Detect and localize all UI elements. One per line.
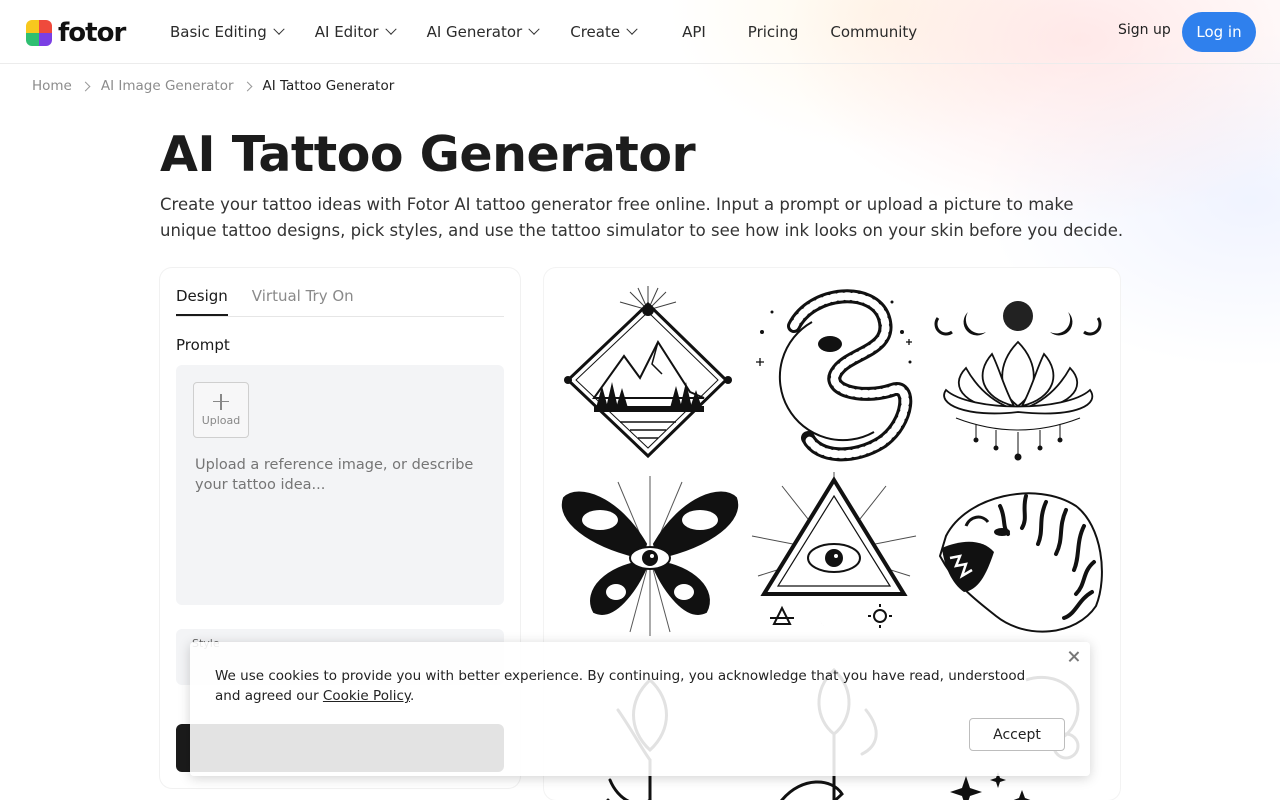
breadcrumb: Home AI Image Generator AI Tattoo Genera…: [32, 78, 394, 94]
upload-label: Upload: [201, 413, 241, 427]
nav-ai-editor[interactable]: AI Editor: [314, 23, 397, 41]
panel-tabs: Design Virtual Try On: [176, 284, 504, 317]
nav-label: AI Generator: [426, 23, 523, 41]
eye-triangle-icon: [751, 472, 917, 630]
mountain-diamond-icon: [564, 286, 732, 459]
roaring-tiger-tattoo[interactable]: [926, 466, 1110, 650]
nav-api[interactable]: API: [682, 23, 706, 41]
breadcrumb-current: AI Tattoo Generator: [262, 78, 395, 94]
nav-ai-generator[interactable]: AI Generator: [426, 23, 540, 41]
accept-cookies-button[interactable]: Accept: [969, 718, 1065, 751]
logo-icon: [26, 20, 52, 46]
snake-icon: [756, 289, 913, 462]
tab-virtual-try-on[interactable]: Virtual Try On: [252, 284, 354, 316]
nav-label: AI Editor: [314, 23, 379, 41]
prompt-label: Prompt: [176, 336, 230, 354]
page-title: AI Tattoo Generator: [160, 126, 696, 183]
breadcrumb-ai-image-generator[interactable]: AI Image Generator: [101, 78, 234, 94]
tiger-icon: [938, 492, 1103, 633]
nav-basic-editing[interactable]: Basic Editing: [170, 23, 285, 41]
snake-moon-tattoo[interactable]: [742, 282, 926, 466]
logo-text: fotor: [58, 18, 126, 48]
cookie-policy-link[interactable]: Cookie Policy: [323, 688, 410, 704]
top-header: fotor Basic Editing AI Editor AI Generat…: [0, 0, 1280, 64]
login-button[interactable]: Log in: [1182, 12, 1256, 52]
chevron-down-icon: [273, 23, 285, 35]
nav-label: Pricing: [747, 23, 799, 41]
all-seeing-eye-tattoo[interactable]: [742, 466, 926, 650]
tab-design[interactable]: Design: [176, 284, 228, 316]
chevron-down-icon: [384, 23, 397, 35]
nav-create[interactable]: Create: [570, 23, 638, 41]
nav-community[interactable]: Community: [830, 23, 917, 41]
mountain-diamond-tattoo[interactable]: [558, 282, 742, 466]
close-icon[interactable]: [1067, 650, 1081, 664]
butterfly-eye-tattoo[interactable]: [558, 466, 742, 650]
butterfly-icon: [561, 476, 739, 636]
lotus-moon-tattoo[interactable]: [926, 282, 1110, 466]
chevron-right-icon: [80, 81, 91, 91]
chevron-down-icon: [528, 23, 540, 35]
chevron-right-icon: [242, 81, 252, 91]
signup-link[interactable]: Sign up: [1118, 22, 1171, 38]
prompt-box: Upload: [176, 365, 504, 605]
chevron-down-icon: [626, 23, 638, 35]
nav-label: API: [682, 23, 706, 41]
prompt-input[interactable]: [195, 455, 485, 515]
plus-icon: [213, 393, 229, 410]
nav-label: Basic Editing: [170, 23, 267, 41]
nav-label: Community: [830, 23, 918, 41]
cookie-banner: We use cookies to provide you with bette…: [190, 642, 1090, 776]
nav-pricing[interactable]: Pricing: [748, 23, 799, 41]
upload-button[interactable]: Upload: [193, 382, 249, 438]
lotus-icon: [934, 301, 1102, 461]
fotor-logo[interactable]: fotor: [26, 18, 126, 48]
breadcrumb-home[interactable]: Home: [32, 78, 72, 94]
nav-label: Create: [570, 23, 621, 41]
cookie-suffix: .: [409, 688, 415, 704]
cookie-message: We use cookies to provide you with bette…: [215, 666, 1045, 706]
main-nav: Basic Editing AI Editor AI Generator Cre…: [170, 0, 949, 64]
page-description: Create your tattoo ideas with Fotor AI t…: [160, 195, 1124, 240]
